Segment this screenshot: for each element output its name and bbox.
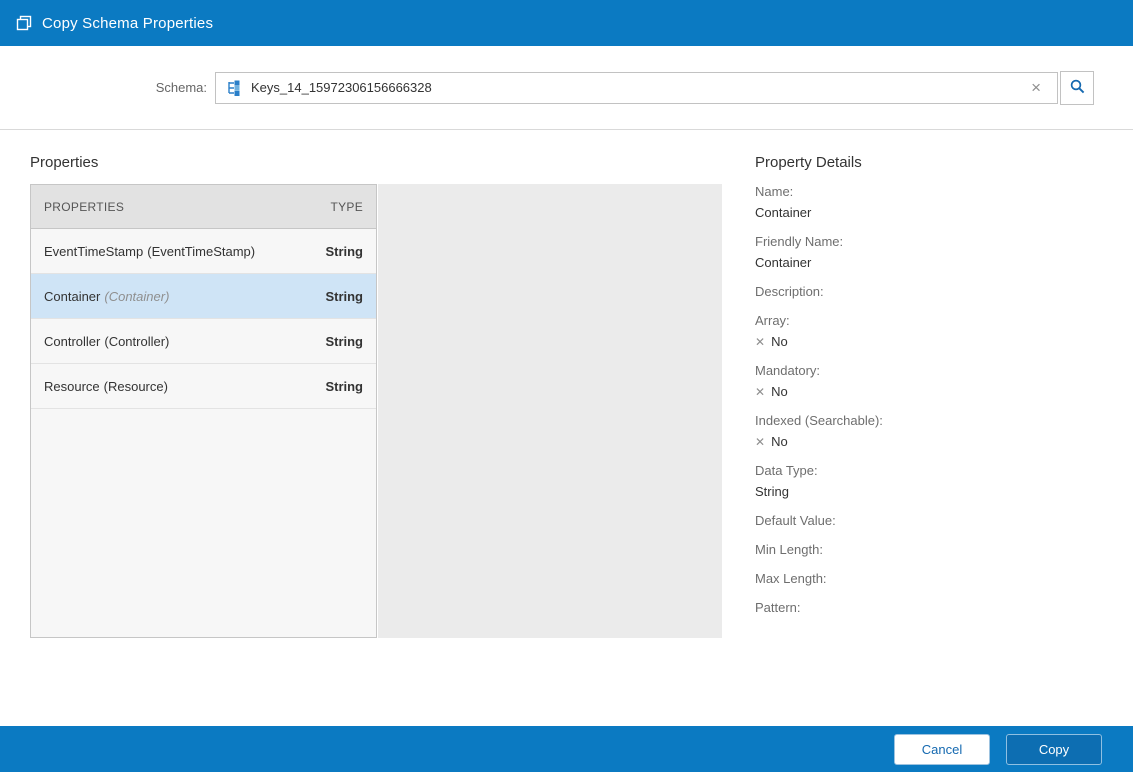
- detail-field: Pattern:: [755, 600, 1103, 616]
- detail-value: ✕No: [755, 384, 1103, 400]
- table-row[interactable]: EventTimeStamp(EventTimeStamp) String: [31, 229, 376, 274]
- schema-input[interactable]: Keys_14_15972306156666328 ×: [215, 72, 1058, 104]
- schema-row: Schema: Keys_14_15972306156666328 ×: [0, 46, 1133, 130]
- dialog-title: Copy Schema Properties: [42, 15, 213, 32]
- detail-field: Default Value:: [755, 513, 1103, 529]
- detail-field: Data Type: String: [755, 463, 1103, 500]
- detail-value: ✕No: [755, 434, 1103, 450]
- detail-value: ✕No: [755, 334, 1103, 350]
- empty-detail-panel: [378, 184, 722, 638]
- search-button[interactable]: [1060, 71, 1094, 105]
- detail-field: Description:: [755, 284, 1103, 300]
- property-name: Controller(Controller): [44, 334, 325, 349]
- detail-field: Mandatory: ✕No: [755, 363, 1103, 400]
- detail-label: Data Type:: [755, 463, 1103, 479]
- x-mark-icon: ✕: [755, 384, 765, 400]
- properties-table-header: PROPERTIES TYPE: [31, 185, 376, 229]
- detail-field: Max Length:: [755, 571, 1103, 587]
- x-mark-icon: ✕: [755, 334, 765, 350]
- property-type: String: [325, 334, 363, 349]
- dialog-titlebar: Copy Schema Properties: [0, 0, 1133, 46]
- detail-label: Name:: [755, 184, 1103, 200]
- copy-icon: [16, 15, 32, 31]
- property-details-title: Property Details: [755, 154, 1103, 171]
- dialog-footer: Cancel Copy: [0, 726, 1133, 772]
- table-row[interactable]: Container(Container) String: [31, 274, 376, 319]
- schema-value: Keys_14_15972306156666328: [251, 80, 1025, 95]
- detail-field: Min Length:: [755, 542, 1103, 558]
- detail-label: Friendly Name:: [755, 234, 1103, 250]
- search-icon: [1069, 78, 1086, 98]
- properties-table-body: EventTimeStamp(EventTimeStamp) String Co…: [31, 229, 376, 409]
- properties-table: PROPERTIES TYPE EventTimeStamp(EventTime…: [30, 184, 377, 638]
- detail-label: Max Length:: [755, 571, 1103, 587]
- dialog-content: Properties PROPERTIES TYPE EventTimeStam…: [0, 130, 1133, 726]
- copy-schema-properties-dialog: Copy Schema Properties Schema: Keys_14_1…: [0, 0, 1133, 772]
- property-details-pane: Property Details Name: Container Friendl…: [755, 154, 1103, 629]
- table-row[interactable]: Resource(Resource) String: [31, 364, 376, 409]
- property-type: String: [325, 244, 363, 259]
- property-type: String: [325, 289, 363, 304]
- property-name: Container(Container): [44, 289, 325, 304]
- cancel-button[interactable]: Cancel: [894, 734, 990, 765]
- detail-field: Name: Container: [755, 184, 1103, 221]
- detail-field: Indexed (Searchable): ✕No: [755, 413, 1103, 450]
- properties-pane: Properties PROPERTIES TYPE EventTimeStam…: [30, 154, 722, 638]
- detail-field: Friendly Name: Container: [755, 234, 1103, 271]
- copy-button[interactable]: Copy: [1006, 734, 1102, 765]
- detail-label: Indexed (Searchable):: [755, 413, 1103, 429]
- header-type: TYPE: [330, 200, 363, 214]
- detail-label: Mandatory:: [755, 363, 1103, 379]
- properties-title: Properties: [30, 154, 722, 171]
- table-row[interactable]: Controller(Controller) String: [31, 319, 376, 364]
- property-name: EventTimeStamp(EventTimeStamp): [44, 244, 325, 259]
- detail-label: Min Length:: [755, 542, 1103, 558]
- detail-value: String: [755, 484, 1103, 500]
- x-mark-icon: ✕: [755, 434, 765, 450]
- detail-label: Description:: [755, 284, 1103, 300]
- property-type: String: [325, 379, 363, 394]
- detail-value: Container: [755, 205, 1103, 221]
- detail-label: Array:: [755, 313, 1103, 329]
- detail-label: Pattern:: [755, 600, 1103, 616]
- property-name: Resource(Resource): [44, 379, 325, 394]
- detail-field: Array: ✕No: [755, 313, 1103, 350]
- property-details-fields: Name: Container Friendly Name: Container…: [755, 184, 1103, 616]
- header-properties: PROPERTIES: [44, 200, 330, 214]
- schema-label: Schema:: [30, 80, 215, 95]
- clear-icon[interactable]: ×: [1025, 79, 1047, 96]
- detail-value: Container: [755, 255, 1103, 271]
- schema-tree-icon: [226, 80, 242, 96]
- detail-label: Default Value:: [755, 513, 1103, 529]
